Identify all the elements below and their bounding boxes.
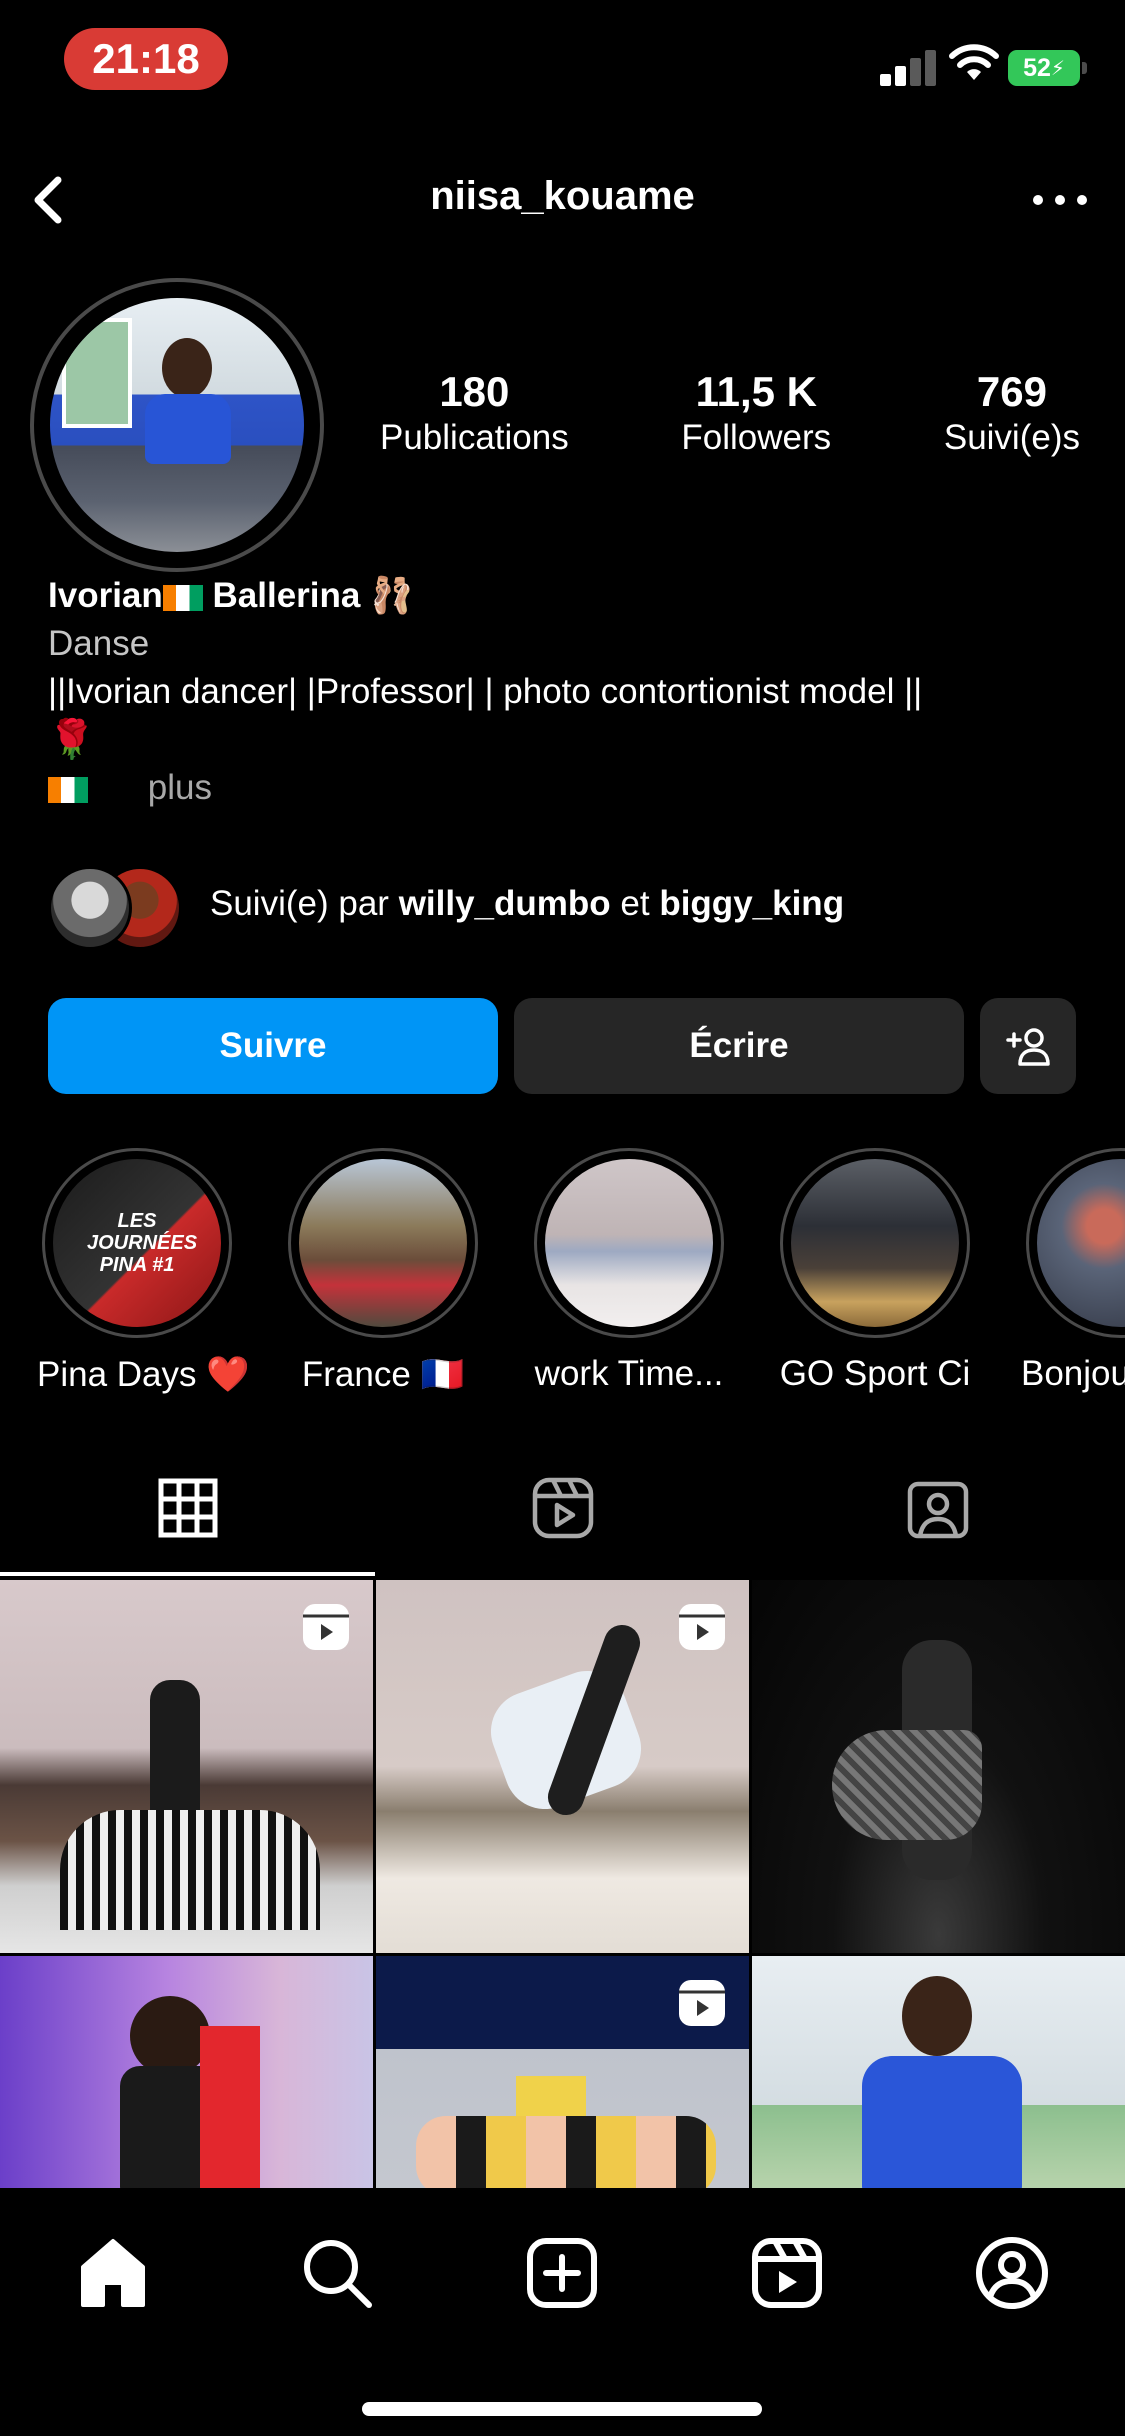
bio-last-line: plus: [48, 764, 1088, 812]
reel-icon: [679, 1604, 725, 1650]
highlight-cover: [1037, 1159, 1125, 1327]
suggest-people-button[interactable]: [980, 998, 1076, 1094]
followed-by-text: Suivi(e) par willy_dumbo et biggy_king: [210, 884, 844, 924]
profile-tabs: [0, 1440, 1125, 1576]
highlight-label: GO Sport Ci: [779, 1354, 971, 1393]
wifi-icon: [949, 44, 999, 80]
highlight-label: Bonjou: [1021, 1354, 1125, 1393]
highlight-cover-text: LES JOURNÉES PINA #1: [87, 1210, 198, 1276]
highlight-item[interactable]: GO Sport Ci: [775, 1148, 975, 1394]
more-options-icon[interactable]: [1025, 170, 1095, 230]
highlight-item[interactable]: Bonjou: [1021, 1148, 1125, 1394]
status-time[interactable]: 21:18: [64, 28, 228, 90]
profile-bio: Ivorian Ballerina 🩰 Danse ||Ivorian danc…: [48, 572, 1088, 812]
nav-search[interactable]: [292, 2228, 382, 2318]
highlight-item[interactable]: France 🇫🇷: [283, 1148, 483, 1395]
stat-followers[interactable]: 11,5 K Followers: [681, 368, 831, 460]
profile-category: Danse: [48, 624, 150, 663]
highlight-item[interactable]: work Time...: [529, 1148, 729, 1394]
highlight-label: Pina Days ❤️: [37, 1355, 250, 1394]
highlight-cover: LES JOURNÉES PINA #1: [53, 1159, 221, 1327]
grid-icon: [158, 1478, 217, 1538]
stat-label: Followers: [681, 418, 832, 457]
home-icon: [81, 2239, 145, 2307]
battery-level: 52: [1023, 53, 1051, 82]
create-post-icon: [527, 2238, 597, 2308]
follow-button[interactable]: Suivre: [48, 998, 498, 1094]
active-tab-indicator: [0, 1572, 375, 1576]
reels-icon: [752, 2238, 822, 2308]
stat-value: 180: [439, 368, 510, 415]
search-icon: [304, 2240, 372, 2308]
posts-grid: [0, 1580, 1125, 2188]
followed-by-prefix: Suivi(e) par: [210, 884, 389, 923]
profile-stats: 180 Publications 11,5 K Followers 769 Su…: [380, 368, 1080, 460]
rose-icon: 🌹: [48, 719, 96, 761]
profile-header: niisa_kouame: [0, 150, 1125, 250]
tab-reels[interactable]: [375, 1440, 750, 1576]
highlight-cover: [791, 1159, 959, 1327]
followed-by[interactable]: Suivi(e) par willy_dumbo et biggy_king: [48, 866, 1088, 950]
charging-bolt-icon: ⚡: [1050, 57, 1065, 80]
display-name: Ivorian Ballerina 🩰: [48, 572, 1088, 620]
stat-publications[interactable]: 180 Publications: [380, 368, 569, 460]
ivory-coast-flag-icon: [48, 776, 88, 803]
highlight-label: France 🇫🇷: [301, 1355, 465, 1394]
status-bar: 21:18 52 ⚡: [0, 0, 1125, 120]
profile-icon: [976, 2237, 1048, 2309]
highlight-cover: [299, 1159, 467, 1327]
story-highlights: LES JOURNÉES PINA #1 Pina Days ❤️ France…: [0, 1148, 1125, 1408]
reel-icon: [679, 1980, 725, 2026]
followed-by-conj: et: [620, 884, 650, 923]
followed-by-user[interactable]: willy_dumbo: [399, 884, 611, 923]
followed-by-user[interactable]: biggy_king: [659, 884, 844, 923]
ballet-shoes-icon: 🩰: [370, 576, 414, 615]
ivory-coast-flag-icon: [162, 584, 203, 611]
profile-avatar[interactable]: [50, 298, 304, 552]
nav-create[interactable]: [517, 2228, 607, 2318]
message-button[interactable]: Écrire: [514, 998, 964, 1094]
nav-profile[interactable]: [967, 2228, 1057, 2318]
stat-label: Suivi(e)s: [943, 418, 1080, 457]
tagged-icon: [907, 1481, 968, 1539]
stat-value: 769: [976, 368, 1047, 415]
reel-icon: [303, 1604, 349, 1650]
highlight-item[interactable]: LES JOURNÉES PINA #1 Pina Days ❤️: [37, 1148, 250, 1395]
post-thumbnail[interactable]: [0, 1580, 373, 1953]
follower-avatar: [48, 866, 132, 950]
post-thumbnail[interactable]: [752, 1956, 1125, 2188]
nav-reels[interactable]: [742, 2228, 832, 2318]
tab-tagged[interactable]: [750, 1440, 1125, 1576]
highlight-cover: [545, 1159, 713, 1327]
display-name-part1: Ivorian: [48, 576, 163, 615]
bio-text: ||Ivorian dancer| |Professor| | photo co…: [48, 672, 923, 711]
post-thumbnail[interactable]: [376, 1580, 749, 1953]
highlight-label: work Time...: [534, 1354, 724, 1393]
stat-value: 11,5 K: [695, 368, 817, 415]
battery-icon: 52 ⚡: [1008, 50, 1087, 86]
page-title-username: niisa_kouame: [430, 174, 695, 218]
bio-more-link[interactable]: plus: [148, 768, 212, 807]
nav-home[interactable]: [68, 2228, 158, 2318]
stat-label: Publications: [380, 418, 569, 457]
home-indicator[interactable]: [362, 2402, 762, 2416]
reels-icon: [532, 1477, 593, 1539]
stat-following[interactable]: 769 Suivi(e)s: [944, 368, 1080, 460]
add-person-icon: [1006, 1028, 1050, 1066]
post-thumbnail[interactable]: [0, 1956, 373, 2188]
bottom-navigation: [0, 2188, 1125, 2436]
post-thumbnail[interactable]: [376, 1956, 749, 2188]
tab-posts[interactable]: [0, 1440, 375, 1576]
display-name-part2: Ballerina: [212, 576, 361, 615]
cellular-signal-icon: [880, 46, 936, 86]
post-thumbnail[interactable]: [752, 1580, 1125, 1953]
